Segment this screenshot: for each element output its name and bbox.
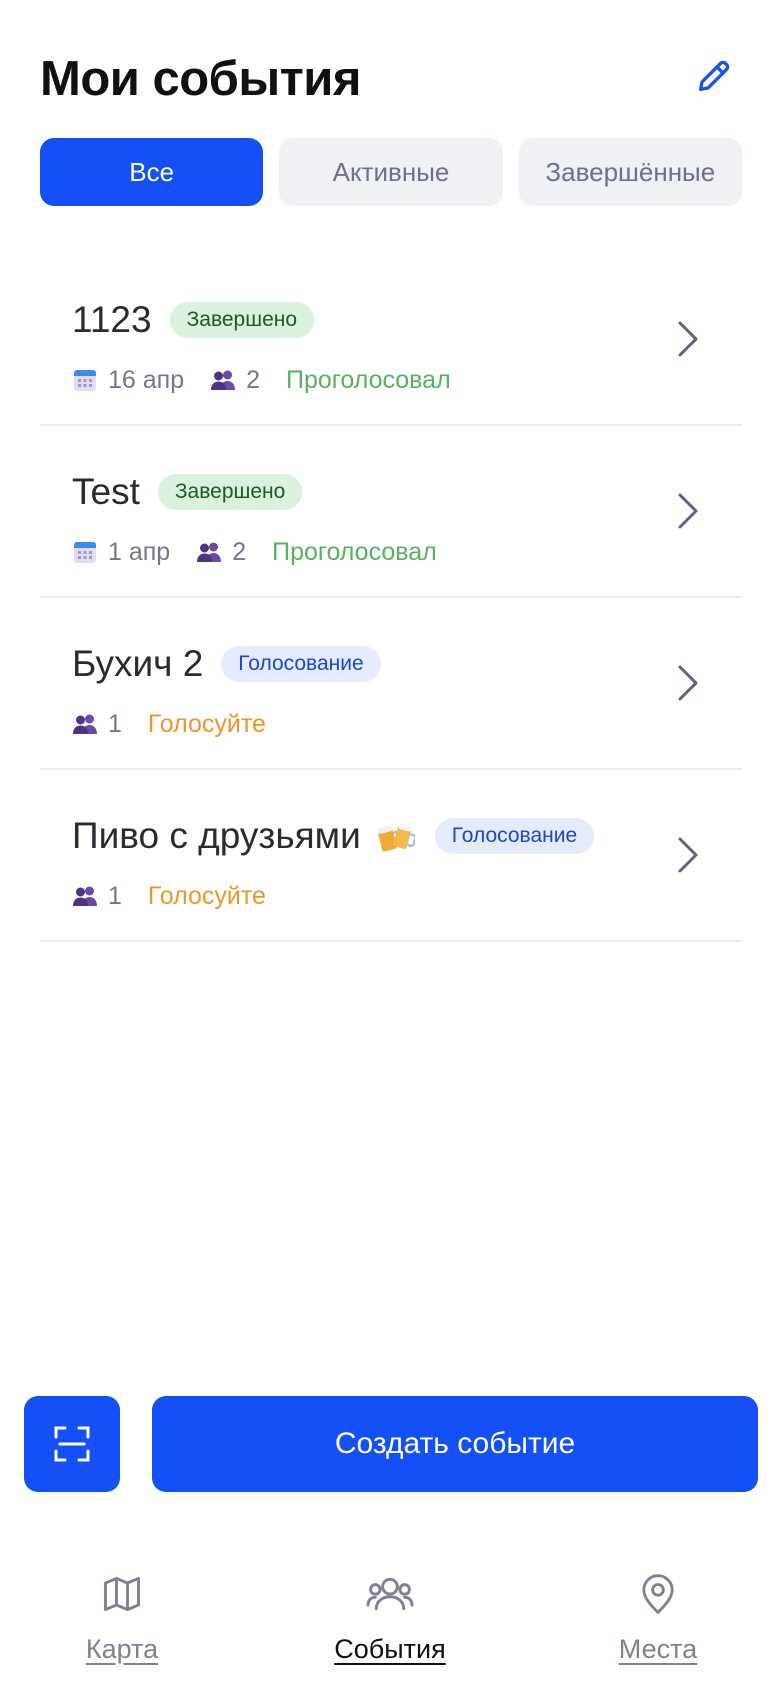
scan-qr-button[interactable] xyxy=(24,1396,120,1492)
header: Мои события xyxy=(40,44,740,114)
location-pin-icon xyxy=(634,1570,682,1618)
users-icon xyxy=(366,1570,414,1618)
status-badge: Завершено xyxy=(169,302,315,338)
event-name: 1123 xyxy=(72,299,152,340)
chevron-right-icon xyxy=(668,830,708,880)
chevron-right-icon xyxy=(668,486,708,536)
chevron-right-icon xyxy=(668,658,708,708)
participants-icon xyxy=(72,711,98,737)
event-item[interactable]: 1123 Завершено 16 апр 2 Проголосовал xyxy=(40,254,742,426)
participant-count: 1 xyxy=(108,881,122,910)
tab-label: Карта xyxy=(85,1634,159,1664)
scan-icon xyxy=(54,1426,90,1462)
status-badge: Голосование xyxy=(221,646,381,682)
event-name: Test xyxy=(72,471,140,512)
edit-button[interactable] xyxy=(688,50,740,102)
filter-all[interactable]: Все xyxy=(40,138,264,206)
participant-count: 2 xyxy=(232,537,247,566)
event-list: 1123 Завершено 16 апр 2 Проголосовал Tes… xyxy=(40,254,742,942)
calendar-icon xyxy=(72,367,98,393)
tab-map[interactable]: Карта xyxy=(32,1570,212,1680)
vote-status: Проголосовал xyxy=(272,537,437,566)
event-name: Пиво с друзьями xyxy=(72,815,361,856)
filter-active[interactable]: Активные xyxy=(279,138,503,206)
filter-tabs: Все Активные Завершённые xyxy=(40,138,742,206)
page-title: Мои события xyxy=(40,52,362,106)
beer-mugs-icon xyxy=(375,816,415,856)
bottom-tab-bar: Карта События Места xyxy=(0,1560,780,1688)
vote-status: Проголосовал xyxy=(286,365,451,394)
participant-count: 2 xyxy=(246,365,261,394)
event-item[interactable]: Бухич 2 Голосование 1 Голосуйте xyxy=(40,598,742,770)
event-item[interactable]: Test Завершено 1 апр 2 Проголосовал xyxy=(40,426,742,598)
map-icon xyxy=(98,1570,146,1618)
participant-count: 1 xyxy=(108,709,122,738)
create-event-button[interactable]: Создать событие xyxy=(152,1396,758,1492)
participants-icon xyxy=(210,367,236,393)
event-item[interactable]: Пиво с друзьями Голосование 1 Голосуйте xyxy=(40,770,742,942)
pencil-icon xyxy=(699,60,730,92)
status-badge: Голосование xyxy=(434,818,595,854)
participants-icon xyxy=(196,539,222,565)
event-date: 16 апр xyxy=(108,365,185,394)
event-name: Бухич 2 xyxy=(72,643,204,684)
tab-label: События xyxy=(334,1634,446,1664)
tab-events[interactable]: События xyxy=(300,1570,480,1680)
vote-status: Голосуйте xyxy=(147,881,266,910)
tab-label: Места xyxy=(618,1634,698,1664)
participants-icon xyxy=(72,883,98,909)
vote-status: Голосуйте xyxy=(147,709,266,738)
chevron-right-icon xyxy=(668,314,708,364)
status-badge: Завершено xyxy=(157,474,303,510)
tab-places[interactable]: Места xyxy=(568,1570,748,1680)
filter-finished[interactable]: Завершённые xyxy=(518,138,742,206)
event-date: 1 апр xyxy=(108,537,171,566)
calendar-icon xyxy=(72,539,98,565)
